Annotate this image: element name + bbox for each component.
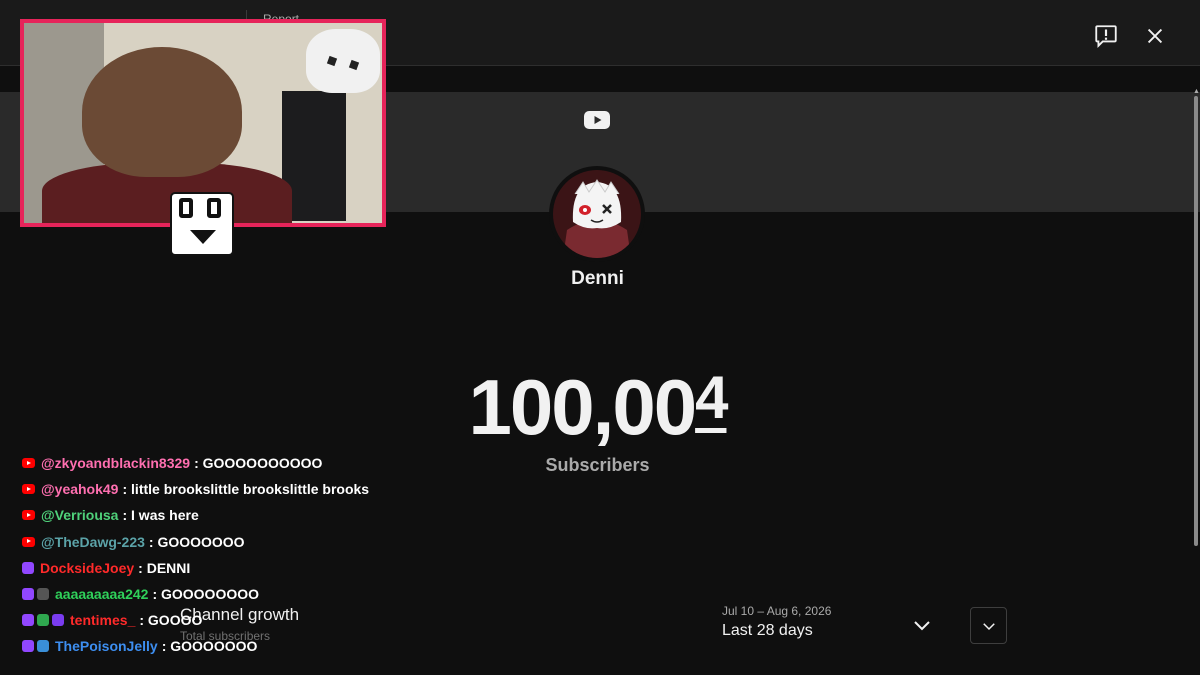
chat-text: : GOOOOOOO (148, 533, 245, 550)
webcam-plush-toy (306, 29, 380, 93)
channel-name: Denni (571, 268, 624, 289)
subscriber-count-main: 100,00 (468, 363, 698, 451)
chat-message: DocksideJoey: DENNI (22, 555, 462, 581)
chat-text: : GOOOOOOOO (152, 586, 259, 603)
chat-message: @yeahok49: little brookslittle brookslit… (22, 476, 462, 502)
twitch-badge-icon (22, 561, 34, 574)
avatar-image (553, 170, 641, 258)
plush-eye (348, 59, 360, 71)
feedback-icon (1095, 25, 1117, 48)
chat-username: tentimes_ (70, 612, 136, 629)
youtube-badge-icon (22, 484, 35, 495)
chat-username: DocksideJoey (40, 559, 135, 576)
purple-badge-icon (52, 614, 64, 627)
twitch-badge-icon (22, 640, 34, 653)
webcam-person-head (82, 47, 242, 177)
gray-badge-icon (37, 588, 49, 601)
youtube-badge-icon (22, 510, 35, 521)
chat-message: aaaaaaaaa242: GOOOOOOOO (22, 581, 462, 607)
chat-text: : GOOOOOOOOOO (194, 455, 323, 472)
chat-text: : GOOOO (139, 612, 203, 629)
twitch-badge-icon (22, 588, 34, 601)
twitch-badge-icon (22, 614, 34, 627)
youtube-logo-icon (584, 111, 610, 129)
chat-username: aaaaaaaaa242 (55, 586, 149, 603)
scroll-up-icon[interactable]: ▲ (1193, 88, 1200, 95)
chat-text: : DENNI (138, 559, 191, 576)
chat-message: @TheDawg-223: GOOOOOOO (22, 529, 462, 555)
close-button[interactable] (1141, 22, 1169, 50)
chat-text: : GOOOOOOO (161, 638, 258, 655)
scrollbar-thumb[interactable] (1194, 96, 1198, 546)
chat-username: @TheDawg-223 (41, 533, 145, 550)
close-icon (1147, 28, 1163, 44)
expand-button[interactable] (970, 607, 1007, 644)
chat-username: @zkyoandblackin8329 (41, 455, 191, 472)
channel-avatar (549, 166, 645, 262)
mascot-logo-icon (170, 192, 234, 256)
chat-username: ThePoisonJelly (55, 638, 158, 655)
chat-message: ThePoisonJelly: GOOOOOOO (22, 633, 462, 659)
chat-username: @Verriousa (41, 507, 119, 524)
youtube-badge-icon (22, 536, 35, 547)
chat-message: tentimes_: GOOOO (22, 607, 462, 633)
feedback-button[interactable] (1092, 22, 1120, 50)
chat-username: @yeahok49 (41, 481, 119, 498)
chat-overlay: @zkyoandblackin8329: GOOOOOOOOOO @yeahok4… (22, 450, 462, 660)
green-badge-icon (37, 614, 49, 627)
expand-icon (982, 622, 995, 630)
chat-text: : little brookslittle brookslittle brook… (122, 481, 370, 498)
mascot-mouth (190, 230, 216, 244)
subscriber-count-rolling-digit: 4 (695, 364, 728, 431)
chat-message: @Verriousa: I was here (22, 502, 462, 528)
chat-text: : I was here (122, 507, 199, 524)
scrollbar[interactable]: ▲ (1193, 88, 1200, 552)
mascot-ear (179, 198, 193, 218)
blue-badge-icon (37, 640, 49, 653)
mascot-ear (207, 198, 221, 218)
plush-eye (326, 55, 338, 67)
chevron-down-icon[interactable] (910, 614, 934, 636)
date-range: Jul 10 – Aug 6, 2026 (722, 604, 832, 618)
youtube-badge-icon (22, 458, 35, 469)
chat-message: @zkyoandblackin8329: GOOOOOOOOOO (22, 450, 462, 476)
date-period-label[interactable]: Last 28 days (722, 622, 813, 640)
subscriber-count: 100,004 (0, 362, 1195, 459)
